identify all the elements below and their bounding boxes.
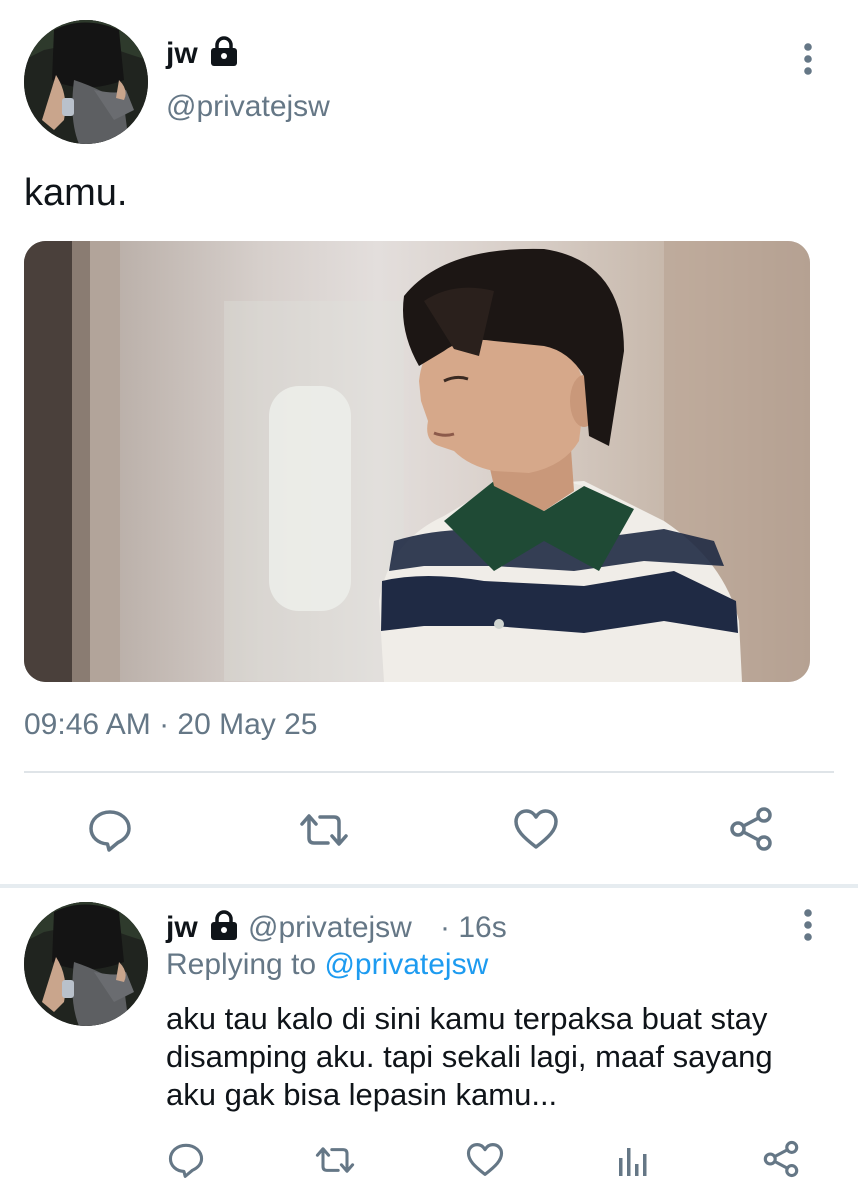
share-icon[interactable] <box>728 806 774 852</box>
tweet-text: kamu. <box>24 172 128 214</box>
lock-icon <box>208 910 240 940</box>
more-options-icon[interactable] <box>797 908 819 944</box>
reply-text-line: disamping aku. tapi sekali lagi, maaf sa… <box>166 1039 773 1074</box>
author-name[interactable]: jw <box>166 36 198 72</box>
reply-time-ago[interactable]: · 16s <box>440 910 507 946</box>
reply-text-line: aku tau kalo di sini kamu terpaksa buat … <box>166 1001 768 1036</box>
reply-text-line: aku gak bisa lepasin kamu... <box>166 1077 558 1112</box>
replying-to-prefix: Replying to <box>166 948 317 981</box>
divider <box>24 771 834 773</box>
tweet-media[interactable] <box>24 241 810 682</box>
avatar-photo <box>24 20 148 144</box>
share-icon[interactable] <box>762 1140 800 1178</box>
like-icon[interactable] <box>466 1142 504 1177</box>
author-handle[interactable]: @privatejsw <box>166 89 330 125</box>
section-separator <box>0 884 858 888</box>
tweet-timestamp[interactable]: 09:46 AM · 20 May 25 <box>24 707 318 743</box>
media-image <box>24 241 810 682</box>
reply-author-name[interactable]: jw <box>166 910 198 946</box>
reply-icon[interactable] <box>168 1142 204 1178</box>
replying-to-handle[interactable]: @privatejsw <box>324 948 488 981</box>
more-options-icon[interactable] <box>797 42 819 78</box>
avatar-photo <box>24 902 148 1026</box>
reply-text: aku tau kalo di sini kamu terpaksa buat … <box>166 1000 773 1114</box>
retweet-icon[interactable] <box>298 810 350 850</box>
reply-author-handle[interactable]: @privatejsw <box>248 910 412 946</box>
reply-avatar[interactable] <box>24 902 148 1026</box>
replying-to: Replying to @privatejsw <box>166 947 488 983</box>
retweet-icon[interactable] <box>314 1144 356 1176</box>
reply-icon[interactable] <box>88 808 132 852</box>
lock-icon <box>208 36 240 66</box>
avatar[interactable] <box>24 20 148 144</box>
analytics-icon[interactable] <box>616 1144 650 1178</box>
like-icon[interactable] <box>513 808 559 850</box>
